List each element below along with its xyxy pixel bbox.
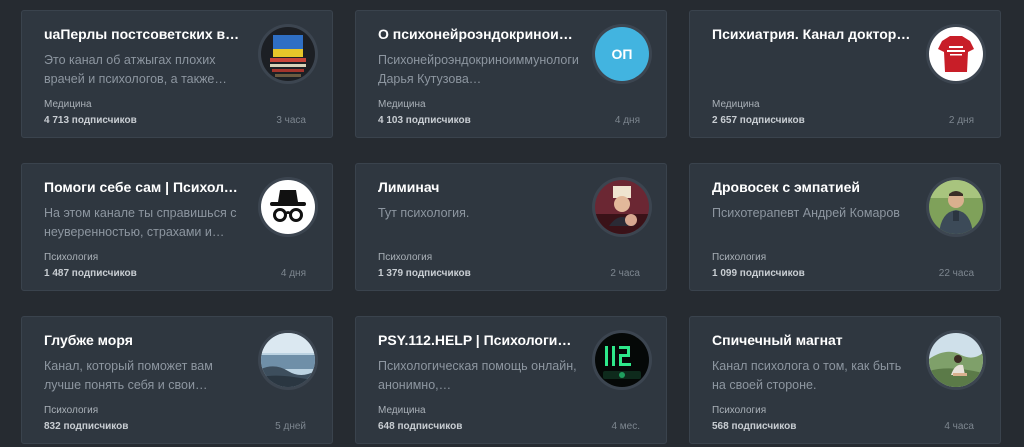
channel-description: Психонейроэндокриноиммунология: Дарья Ку… [378,53,578,86]
channel-title[interactable]: Психиатрия. Канал доктора… [712,26,912,42]
channel-description: Психотерапевт Андрей Комаров [712,206,900,220]
channel-description: Канал, который поможет вам лучше понять … [44,359,213,392]
channel-category: Психология [44,405,99,416]
channel-title[interactable]: Помоги себе сам | Психолог… [44,179,244,195]
subscriber-count: 4 103 подписчиков [378,115,471,126]
subscriber-count: 1 099 подписчиков [712,268,805,279]
last-post-time: 4 дня [614,115,640,126]
last-post-time: 5 дней [275,421,306,432]
last-post-time: 22 часа [938,268,974,279]
subscriber-count: 648 подписчиков [378,421,463,432]
channel-title[interactable]: Спичечный магнат [712,332,912,348]
channel-card[interactable]: uaПерлы постсоветских вра… Это канал об … [21,10,333,138]
avatar[interactable] [926,177,986,237]
last-post-time: 4 часа [944,421,974,432]
channel-category: Психология [378,252,433,263]
channel-category: Психология [44,252,99,263]
last-post-time: 4 дня [280,268,306,279]
subscriber-count: 1 487 подписчиков [44,268,137,279]
man-portrait-photo-icon [929,180,983,234]
subscriber-count: 2 657 подписчиков [712,115,805,126]
channel-description: Канал психолога о том, как быть на своей… [712,359,902,392]
channel-category: Медицина [378,99,426,110]
channel-card[interactable]: О психонейроэндокриноим… Психонейроэндок… [355,10,667,138]
incognito-icon [261,180,315,234]
last-post-time: 3 часа [276,115,306,126]
channel-title[interactable]: uaПерлы постсоветских вра… [44,26,244,42]
subscriber-count: 4 713 подписчиков [44,115,137,126]
subscriber-count: 1 379 подписчиков [378,268,471,279]
channel-description: Это канал об атжыгах плохих врачей и пси… [44,53,227,86]
channel-category: Психология [712,252,767,263]
person-on-hill-photo-icon [929,333,983,387]
channel-card[interactable]: Помоги себе сам | Психолог… На этом кана… [21,163,333,291]
figure-photo-icon [595,180,649,234]
avatar[interactable] [592,330,652,390]
avatar[interactable] [926,24,986,84]
channel-card[interactable]: Психиатрия. Канал доктора… Медицина 2 65… [689,10,1001,138]
avatar[interactable] [926,330,986,390]
avatar[interactable] [258,177,318,237]
digital-display-112-icon [595,333,649,387]
channel-title[interactable]: О психонейроэндокриноим… [378,26,578,42]
channel-card[interactable]: Дровосек с эмпатией Психотерапевт Андрей… [689,163,1001,291]
channel-card[interactable]: Спичечный магнат Канал психолога о том, … [689,316,1001,444]
channel-title[interactable]: Глубже моря [44,332,244,348]
channel-title[interactable]: Дровосек с эмпатией [712,179,912,195]
channel-category: Медицина [378,405,426,416]
subscriber-count: 568 подписчиков [712,421,797,432]
channel-description [712,51,912,89]
channel-card[interactable]: PSY.112.HELP | Психологич… Психологическ… [355,316,667,444]
avatar[interactable] [258,24,318,84]
channel-title[interactable]: Лиминач [378,179,578,195]
channel-card[interactable]: Глубже моря Канал, который поможет вам л… [21,316,333,444]
subscriber-count: 832 подписчиков [44,421,129,432]
channel-category: Медицина [44,99,92,110]
protest-sign-photo-icon [261,27,315,81]
initials-avatar: ОП [595,27,649,81]
channel-category: Психология [712,405,767,416]
channel-description: Тут психология. [378,206,470,220]
red-tshirt-photo-icon [929,27,983,81]
last-post-time: 2 часа [610,268,640,279]
channel-description: На этом канале ты справишься с неуверенн… [44,206,237,239]
channel-card[interactable]: Лиминач Тут психология. Психология 1 379… [355,163,667,291]
last-post-time: 2 дня [948,115,974,126]
avatar[interactable]: ОП [592,24,652,84]
avatar[interactable] [592,177,652,237]
channel-title[interactable]: PSY.112.HELP | Психологич… [378,332,578,348]
avatar[interactable] [258,330,318,390]
channel-category: Медицина [712,99,760,110]
channel-description: Психологическая помощь онлайн, анонимно,… [378,359,577,392]
last-post-time: 4 мес. [611,421,640,432]
sea-landscape-photo-icon [261,333,315,387]
